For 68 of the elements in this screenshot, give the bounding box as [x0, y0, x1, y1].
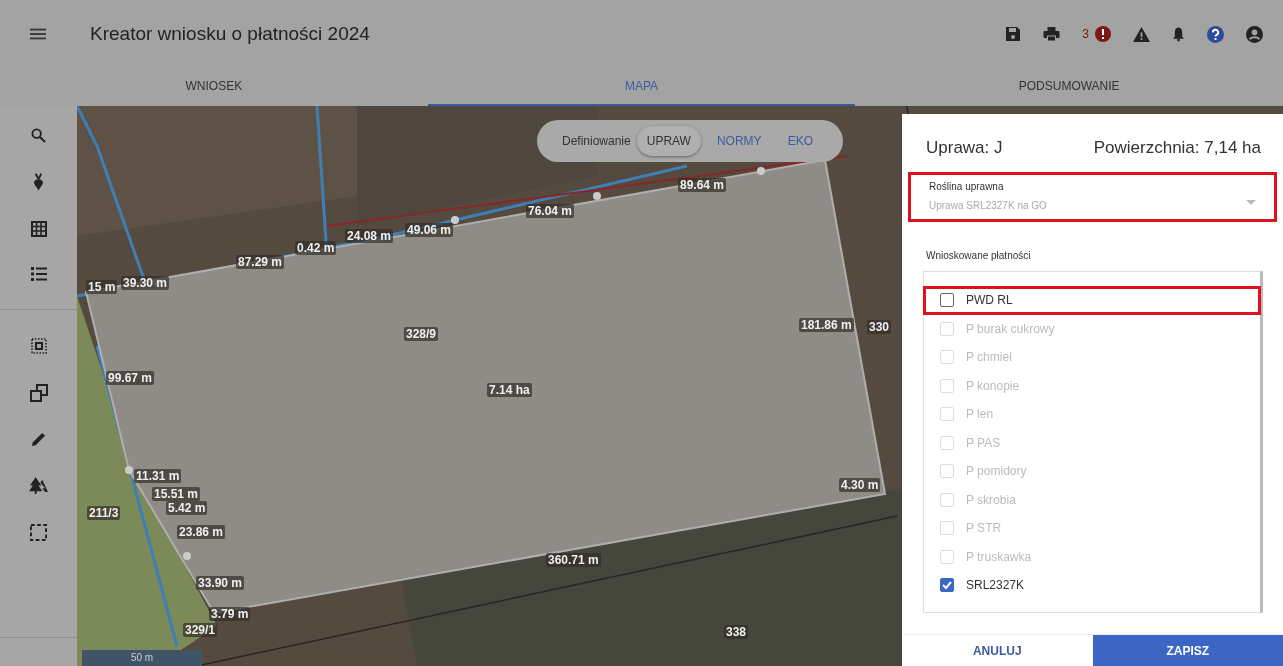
- dashed-rectangle-icon[interactable]: [30, 524, 47, 541]
- error-icon[interactable]: [1095, 26, 1111, 42]
- list-icon[interactable]: [30, 267, 47, 281]
- checkbox-label: P chmiel: [966, 350, 1012, 365]
- map-label: 330: [867, 320, 892, 334]
- trees-icon[interactable]: [29, 477, 48, 494]
- checkbox-label: P konopie: [966, 378, 1020, 393]
- map-label: 39.30 m: [121, 276, 170, 290]
- checkbox-label: P pomidory: [966, 464, 1027, 479]
- save-icon[interactable]: [1005, 26, 1022, 42]
- checkbox-label: P truskawka: [966, 549, 1032, 564]
- mode-label: Definiowanie: [562, 134, 631, 148]
- print-icon[interactable]: [1043, 26, 1061, 42]
- map-label: 360.71 m: [546, 553, 601, 567]
- map-label: 5.42 m: [166, 501, 208, 515]
- map-label: 11.31 m: [134, 469, 182, 483]
- map-label: 181.86 m: [799, 318, 854, 332]
- map-label: 99.67 m: [106, 371, 155, 385]
- beet-icon[interactable]: [32, 173, 45, 191]
- checkbox-label: P burak cukrowy: [966, 321, 1055, 336]
- menu-icon[interactable]: [30, 28, 46, 40]
- select-area-icon[interactable]: [30, 338, 47, 354]
- map-label: 76.04 m: [526, 204, 575, 218]
- map-label: 33.90 m: [196, 576, 245, 590]
- app-title: Kreator wniosku o płatności 2024: [90, 23, 370, 45]
- area-text: Powierzchnia: 7,14 ha: [1093, 138, 1261, 158]
- map-label: 0.42 m: [295, 241, 337, 255]
- map-label: 49.06 m: [405, 223, 454, 237]
- error-count: 3: [1082, 27, 1089, 41]
- map-label: 24.08 m: [345, 229, 394, 243]
- map-label: 87.29 m: [236, 255, 285, 269]
- checkbox[interactable]: [940, 293, 954, 308]
- search-icon[interactable]: [31, 128, 46, 143]
- payments-label: Wnioskowane płatności: [926, 250, 1032, 261]
- checkbox-label: PWD RL: [966, 293, 1013, 308]
- map-label: 328/9: [404, 327, 439, 341]
- grid-icon[interactable]: [30, 221, 47, 237]
- warning-icon[interactable]: [1133, 26, 1150, 42]
- checkbox-label: P STR: [966, 521, 1002, 536]
- map-label: 4.30 m: [839, 478, 881, 492]
- copy-icon[interactable]: [29, 384, 48, 402]
- checkbox-label: P len: [966, 407, 994, 422]
- tab[interactable]: PODSUMOWANIE: [855, 68, 1283, 106]
- map-label: 15 m: [86, 280, 118, 294]
- map-label: 15.51 m: [152, 487, 201, 501]
- mode-option[interactable]: EKO: [777, 126, 823, 156]
- account-icon[interactable]: [1246, 25, 1263, 43]
- map-label: 338: [724, 625, 749, 639]
- bell-icon[interactable]: [1172, 26, 1185, 42]
- checkbox[interactable]: [940, 578, 954, 593]
- save-button[interactable]: ZAPISZ: [1092, 635, 1283, 666]
- tab[interactable]: WNIOSEK: [0, 68, 428, 106]
- map-label: 89.64 m: [678, 178, 727, 192]
- checkbox-label: P skrobia: [966, 492, 1016, 507]
- pencil-icon[interactable]: [31, 432, 46, 447]
- map-label: 3.79 m: [209, 607, 251, 621]
- mode-option[interactable]: NORMY: [706, 126, 772, 156]
- dialog-title: Uprawa: J: [926, 138, 1003, 158]
- checkbox-label: P PAS: [966, 435, 1001, 450]
- dropdown-caret-icon: [1246, 200, 1256, 205]
- map-label: 329/1: [183, 623, 218, 637]
- scale-bar: 50 m: [82, 650, 202, 666]
- map-label: 7.14 ha: [487, 383, 532, 397]
- map-label: 211/3: [87, 506, 121, 520]
- mode-option[interactable]: UPRAW: [636, 126, 701, 156]
- checkbox-label: SRL2327K: [966, 578, 1025, 593]
- map-label: 23.86 m: [177, 525, 226, 539]
- help-icon[interactable]: [1207, 25, 1224, 43]
